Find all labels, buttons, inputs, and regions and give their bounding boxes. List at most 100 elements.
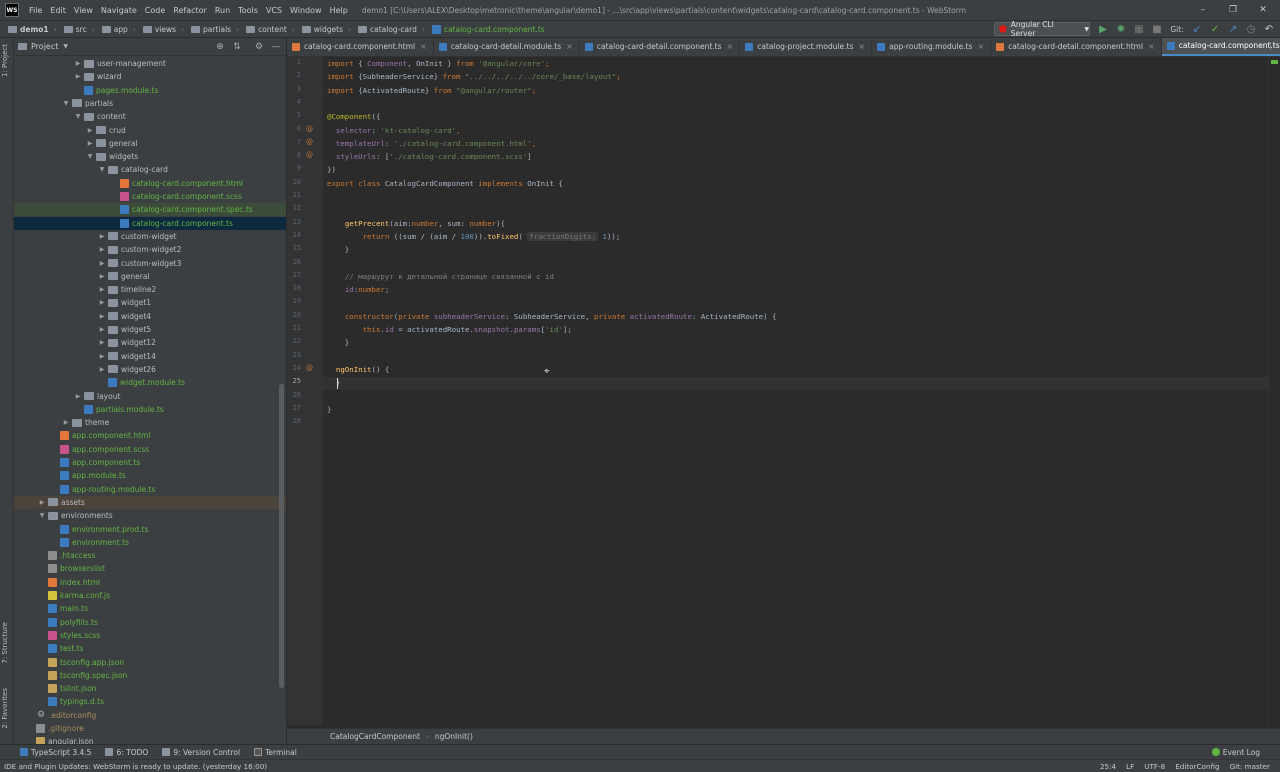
chevron-right-icon[interactable]: ▶ [86, 140, 94, 147]
breadcrumb-class[interactable]: CatalogCardComponent [330, 732, 420, 741]
tree-file[interactable]: tsconfig.spec.json [14, 669, 286, 682]
project-tool-tab[interactable]: 1: Project [1, 44, 13, 77]
menu-item-help[interactable]: Help [326, 6, 352, 15]
line-number[interactable]: 7 [297, 138, 301, 146]
tree-file[interactable]: ⚙ .editorconfig [14, 709, 286, 722]
chevron-right-icon[interactable]: ▶ [98, 313, 106, 320]
tree-file[interactable]: app-routing.module.ts [14, 483, 286, 496]
menu-item-navigate[interactable]: Navigate [97, 6, 141, 15]
tree-folder[interactable]: ▶ user-management [14, 57, 286, 70]
tree-file[interactable]: polyfills.ts [14, 616, 286, 629]
line-number[interactable]: 23 [293, 351, 301, 359]
editor-tab[interactable]: catalog-card-detail.component.ts × [580, 38, 741, 56]
tree-folder[interactable]: ▶ custom-widget3 [14, 257, 286, 270]
line-number[interactable]: 6 [297, 125, 301, 133]
line-number[interactable]: 3 [297, 85, 301, 93]
chevron-right-icon[interactable]: ▶ [98, 299, 106, 306]
event-log-button[interactable]: Event Log [1211, 748, 1260, 757]
chevron-down-icon[interactable]: ▼ [62, 100, 70, 107]
chevron-right-icon[interactable]: ▶ [62, 419, 70, 426]
nav-crumb[interactable]: partials › [189, 25, 244, 34]
editor-tab[interactable]: catalog-card-detail.module.ts × [434, 38, 580, 56]
editor-tab[interactable]: catalog-project.module.ts × [740, 38, 873, 56]
tree-file[interactable]: app.component.html [14, 429, 286, 442]
tree-file[interactable]: karma.conf.js [14, 589, 286, 602]
line-number[interactable]: 1 [297, 58, 301, 66]
chevron-down-icon[interactable]: ▼ [38, 512, 46, 519]
coverage-icon[interactable]: ▦ [1132, 22, 1146, 36]
gear-icon[interactable]: ⚙ [253, 40, 265, 54]
collapse-all-icon[interactable]: ⇅ [231, 40, 243, 54]
status-message[interactable]: IDE and Plugin Updates: WebStorm is read… [4, 762, 267, 771]
line-number[interactable]: 8 [297, 151, 301, 159]
git-commit-icon[interactable]: ✓ [1208, 22, 1222, 36]
nav-crumb[interactable]: catalog-card.component.ts [430, 24, 545, 34]
chevron-down-icon[interactable]: ▼ [74, 113, 82, 120]
menu-item-vcs[interactable]: VCS [262, 6, 286, 15]
inspection-ok-icon[interactable] [1271, 60, 1278, 64]
tree-file[interactable]: tsconfig.app.json [14, 656, 286, 669]
tree-file[interactable]: catalog-card.component.html [14, 177, 286, 190]
line-number[interactable]: 19 [293, 297, 301, 305]
menu-item-run[interactable]: Run [211, 6, 234, 15]
tree-folder[interactable]: ▶ custom-widget [14, 230, 286, 243]
git-update-icon[interactable]: ↙ [1190, 22, 1204, 36]
line-number[interactable]: 26 [293, 391, 301, 399]
nav-crumb[interactable]: views › [141, 25, 189, 34]
minimize-icon[interactable]: – [1190, 0, 1216, 20]
tree-file[interactable]: test.ts [14, 642, 286, 655]
menu-item-tools[interactable]: Tools [234, 6, 262, 15]
tree-folder[interactable]: ▶ custom-widget2 [14, 243, 286, 256]
editor-tab[interactable]: app-routing.module.ts × [872, 38, 992, 56]
line-number[interactable]: 24 [293, 364, 301, 372]
line-number[interactable]: 25 [293, 377, 301, 385]
tree-file[interactable]: index.html [14, 576, 286, 589]
line-number[interactable]: 18 [293, 284, 301, 292]
menu-item-edit[interactable]: Edit [46, 6, 70, 15]
close-tab-icon[interactable]: × [977, 42, 984, 51]
menu-item-refactor[interactable]: Refactor [169, 6, 211, 15]
chevron-right-icon[interactable]: ▶ [98, 286, 106, 293]
hide-panel-icon[interactable]: — [270, 40, 282, 54]
chevron-right-icon[interactable]: ▶ [98, 260, 106, 267]
chevron-right-icon[interactable]: ▶ [74, 393, 82, 400]
tree-folder[interactable]: ▼ environments [14, 509, 286, 522]
tree-file[interactable]: environment.prod.ts [14, 523, 286, 536]
line-number[interactable]: 16 [293, 258, 301, 266]
line-number[interactable]: 15 [293, 244, 301, 252]
tree-folder[interactable]: ▶ general [14, 137, 286, 150]
tree-folder[interactable]: ▶ assets [14, 495, 286, 509]
tree-folder[interactable]: ▶ widget12 [14, 336, 286, 349]
chevron-right-icon[interactable]: ▶ [86, 127, 94, 134]
editor-tab[interactable]: catalog-card-detail.component.html × [991, 38, 1162, 56]
chevron-down-icon[interactable]: ▼ [63, 43, 68, 50]
chevron-right-icon[interactable]: ▶ [98, 246, 106, 253]
breadcrumb-method[interactable]: ngOnInit() [435, 732, 473, 741]
tree-folder[interactable]: ▶ general [14, 270, 286, 283]
line-number[interactable]: 22 [293, 337, 301, 345]
tree-folder[interactable]: ▶ widget26 [14, 363, 286, 376]
line-number[interactable]: 9 [297, 164, 301, 172]
chevron-right-icon[interactable]: ▶ [98, 233, 106, 240]
close-tab-icon[interactable]: × [420, 42, 427, 51]
chevron-down-icon[interactable]: ▼ [86, 153, 94, 160]
tree-file[interactable]: environment.ts [14, 536, 286, 549]
caret-position[interactable]: 25:4 [1100, 762, 1116, 771]
run-configuration-select[interactable]: Angular CLI Server ▼ [994, 20, 1090, 38]
menu-item-file[interactable]: File [25, 6, 46, 15]
chevron-right-icon[interactable]: ▶ [74, 60, 82, 67]
file-encoding[interactable]: UTF-8 [1144, 762, 1165, 771]
tree-file[interactable]: .gitignore [14, 722, 286, 735]
editor-tab[interactable]: catalog-card.component.ts× [1161, 38, 1280, 56]
structure-tool-tab[interactable]: 7: Structure [1, 622, 13, 664]
tree-file[interactable]: .htaccess [14, 549, 286, 562]
tree-file[interactable]: app.module.ts [14, 469, 286, 482]
tree-file[interactable]: browserslist [14, 562, 286, 575]
line-number[interactable]: 14 [293, 231, 301, 239]
git-push-icon[interactable]: ↗ [1226, 22, 1240, 36]
tree-folder[interactable]: ▶ widget4 [14, 310, 286, 323]
maximize-icon[interactable]: ❐ [1220, 0, 1246, 20]
chevron-right-icon[interactable]: ▶ [98, 353, 106, 360]
tree-file[interactable]: pages.module.ts [14, 84, 286, 97]
chevron-down-icon[interactable]: ▼ [98, 166, 106, 173]
